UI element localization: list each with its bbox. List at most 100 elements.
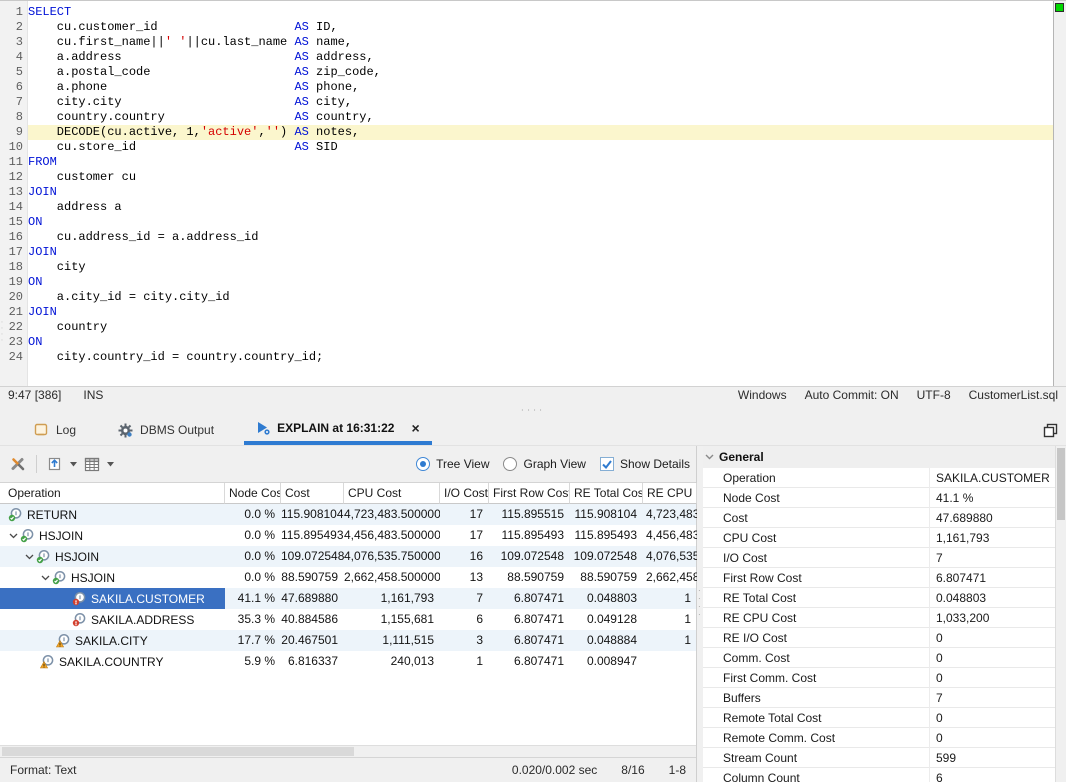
show-details-option[interactable]: Show Details bbox=[600, 457, 690, 471]
code-line[interactable]: 6 a.phone AS phone, bbox=[0, 80, 1053, 95]
code-line[interactable]: 1SELECT bbox=[0, 5, 1053, 20]
column-header[interactable]: RE CPU Cost bbox=[643, 483, 697, 504]
table-row[interactable]: HSJOIN0.0 %88.5907592,662,458.5000001388… bbox=[0, 567, 696, 588]
code-line[interactable]: 18 city bbox=[0, 260, 1053, 275]
detail-row[interactable]: First Row Cost6.807471 bbox=[703, 568, 1055, 588]
detail-value: 0.048803 bbox=[929, 588, 1055, 608]
detail-row[interactable]: RE Total Cost0.048803 bbox=[703, 588, 1055, 608]
grid-view-icon[interactable] bbox=[84, 457, 100, 472]
code-line[interactable]: 8 country.country AS country, bbox=[0, 110, 1053, 125]
column-header[interactable]: First Row Cost bbox=[489, 483, 570, 504]
detail-row[interactable]: RE I/O Cost0 bbox=[703, 628, 1055, 648]
overview-ruler[interactable] bbox=[1053, 1, 1066, 386]
code-line[interactable]: 16 cu.address_id = a.address_id bbox=[0, 230, 1053, 245]
code-line[interactable]: 11FROM bbox=[0, 155, 1053, 170]
column-header[interactable]: CPU Cost bbox=[344, 483, 440, 504]
vertical-scrollbar[interactable] bbox=[1055, 446, 1066, 782]
editor-results-splitter[interactable]: ∙∙∙∙ bbox=[0, 403, 1066, 415]
detail-value: 1,033,200 bbox=[929, 608, 1055, 628]
tree-expand-chevron-icon[interactable] bbox=[22, 554, 36, 560]
detail-key: Comm. Cost bbox=[703, 651, 929, 665]
code-line[interactable]: 23ON bbox=[0, 335, 1053, 350]
detail-row[interactable]: I/O Cost7 bbox=[703, 548, 1055, 568]
table-row[interactable]: RETURN0.0 %115.9081044,723,483.500000171… bbox=[0, 504, 696, 525]
code-line[interactable]: 5 a.postal_code AS zip_code, bbox=[0, 65, 1053, 80]
detail-row[interactable]: Stream Count599 bbox=[703, 748, 1055, 768]
table-row[interactable]: SAKILA.CUSTOMER41.1 %47.6898801,161,7937… bbox=[0, 588, 696, 609]
detail-row[interactable]: CPU Cost1,161,793 bbox=[703, 528, 1055, 548]
export-icon[interactable] bbox=[47, 456, 63, 472]
code-line[interactable]: 13JOIN bbox=[0, 185, 1053, 200]
option-label: Show Details bbox=[620, 457, 690, 471]
code-line[interactable]: 15ON bbox=[0, 215, 1053, 230]
code-line[interactable]: 20 a.city_id = city.city_id bbox=[0, 290, 1053, 305]
left-edge-grip[interactable]: ∙∙∙∙ bbox=[0, 319, 4, 345]
code-lines[interactable]: 1SELECT2 cu.customer_id AS ID,3 cu.first… bbox=[0, 5, 1053, 365]
details-section-general[interactable]: General bbox=[703, 446, 1066, 468]
detail-row[interactable]: First Comm. Cost0 bbox=[703, 668, 1055, 688]
column-header[interactable]: RE Total Cost bbox=[570, 483, 643, 504]
line-ending-indicator[interactable]: Windows bbox=[738, 388, 787, 402]
table-row[interactable]: SAKILA.COUNTRY5.9 %6.816337240,01316.807… bbox=[0, 651, 696, 672]
sql-editor[interactable]: 1SELECT2 cu.customer_id AS ID,3 cu.first… bbox=[0, 0, 1066, 386]
tab-explain[interactable]: EXPLAIN at 16:31:22 × bbox=[244, 415, 432, 445]
column-header[interactable]: Cost bbox=[281, 483, 344, 504]
code-line[interactable]: 7 city.city AS city, bbox=[0, 95, 1053, 110]
value-cell: 20.467501 bbox=[281, 630, 344, 651]
table-row[interactable]: SAKILA.ADDRESS35.3 %40.8845861,155,68166… bbox=[0, 609, 696, 630]
detail-row[interactable]: Buffers7 bbox=[703, 688, 1055, 708]
table-row[interactable]: HSJOIN0.0 %115.8954934,456,483.500000171… bbox=[0, 525, 696, 546]
detail-value: 47.689880 bbox=[929, 508, 1055, 528]
table-row[interactable]: SAKILA.CITY17.7 %20.4675011,111,51536.80… bbox=[0, 630, 696, 651]
column-header[interactable]: Operation bbox=[0, 483, 225, 504]
code-line[interactable]: 24 city.country_id = country.country_id; bbox=[0, 350, 1053, 365]
code-line[interactable]: 19ON bbox=[0, 275, 1053, 290]
table-row[interactable]: HSJOIN0.0 %109.0725484,076,535.750000161… bbox=[0, 546, 696, 567]
code-line[interactable]: 22 country bbox=[0, 320, 1053, 335]
tree-view-option[interactable]: Tree View bbox=[416, 457, 489, 471]
tab-dbms-output[interactable]: DBMS Output bbox=[106, 415, 226, 445]
code-line[interactable]: 21JOIN bbox=[0, 305, 1053, 320]
detach-panel-icon[interactable] bbox=[1043, 423, 1058, 438]
grid-dropdown-icon[interactable] bbox=[107, 462, 114, 467]
code-line[interactable]: 4 a.address AS address, bbox=[0, 50, 1053, 65]
checkbox-checked-icon bbox=[600, 457, 614, 471]
column-header[interactable]: I/O Cost bbox=[440, 483, 489, 504]
toolbar-separator bbox=[36, 455, 37, 473]
detail-row[interactable]: Remote Comm. Cost0 bbox=[703, 728, 1055, 748]
detail-row[interactable]: Column Count6 bbox=[703, 768, 1055, 782]
scrollbar-thumb[interactable] bbox=[2, 747, 354, 756]
code-line[interactable]: 17JOIN bbox=[0, 245, 1053, 260]
code-line[interactable]: 2 cu.customer_id AS ID, bbox=[0, 20, 1053, 35]
encoding-indicator[interactable]: UTF-8 bbox=[917, 388, 951, 402]
tree-expand-chevron-icon[interactable] bbox=[6, 533, 20, 539]
code-line[interactable]: 10 cu.store_id AS SID bbox=[0, 140, 1053, 155]
detail-row[interactable]: OperationSAKILA.CUSTOMER bbox=[703, 468, 1055, 488]
insert-mode[interactable]: INS bbox=[83, 388, 103, 402]
close-tab-icon[interactable]: × bbox=[411, 420, 419, 436]
file-name[interactable]: CustomerList.sql bbox=[969, 388, 1058, 402]
value-cell: 4,723,483.500000 bbox=[344, 504, 440, 525]
detail-row[interactable]: RE CPU Cost1,033,200 bbox=[703, 608, 1055, 628]
detail-value: 0 bbox=[929, 728, 1055, 748]
code-line[interactable]: 9 DECODE(cu.active, 1,'active','') AS no… bbox=[0, 125, 1053, 140]
code-line[interactable]: 3 cu.first_name||' '||cu.last_name AS na… bbox=[0, 35, 1053, 50]
tools-icon[interactable] bbox=[10, 456, 26, 472]
detail-row[interactable]: Cost47.689880 bbox=[703, 508, 1055, 528]
export-dropdown-icon[interactable] bbox=[70, 462, 77, 467]
detail-row[interactable]: Node Cost41.1 % bbox=[703, 488, 1055, 508]
column-header[interactable]: Node Cost bbox=[225, 483, 281, 504]
auto-commit-indicator[interactable]: Auto Commit: ON bbox=[805, 388, 899, 402]
horizontal-scrollbar[interactable] bbox=[0, 745, 696, 757]
value-cell: 1 bbox=[643, 588, 697, 609]
code-line[interactable]: 12 customer cu bbox=[0, 170, 1053, 185]
code-line[interactable]: 14 address a bbox=[0, 200, 1053, 215]
tree-expand-chevron-icon[interactable] bbox=[38, 575, 52, 581]
detail-row[interactable]: Remote Total Cost0 bbox=[703, 708, 1055, 728]
tab-log[interactable]: Log bbox=[22, 415, 88, 445]
detail-row[interactable]: Comm. Cost0 bbox=[703, 648, 1055, 668]
line-number: 4 bbox=[0, 50, 28, 65]
graph-view-option[interactable]: Graph View bbox=[503, 457, 585, 471]
scrollbar-thumb[interactable] bbox=[1057, 448, 1065, 520]
operation-label: RETURN bbox=[27, 508, 77, 522]
